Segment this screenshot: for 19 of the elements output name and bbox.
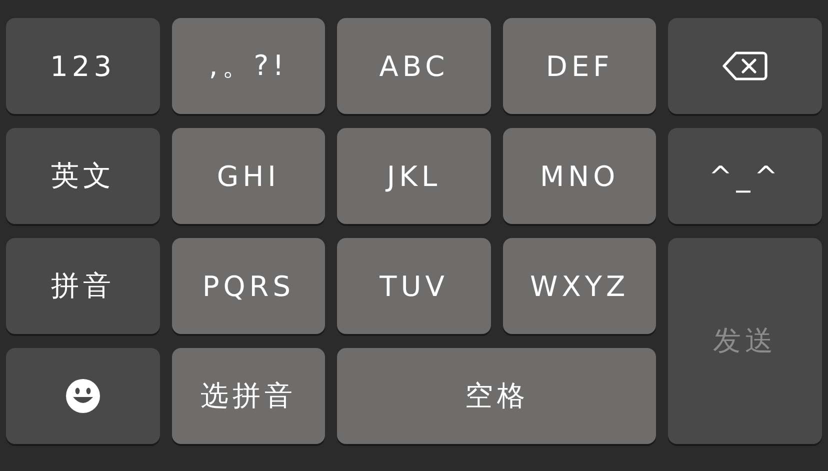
keyboard-key[interactable]: TUV [337, 238, 491, 334]
keyboard-key[interactable]: JKL [337, 128, 491, 224]
backspace-icon [722, 51, 768, 81]
keyboard-key[interactable]: PQRS [172, 238, 326, 334]
keyboard-key[interactable]: WXYZ [502, 238, 656, 334]
space-key[interactable]: 空格 [337, 348, 656, 444]
keyboard-key[interactable]: 123 [6, 18, 160, 114]
delete-key[interactable] [668, 18, 822, 114]
emoji-key[interactable] [6, 348, 160, 444]
keyboard-key[interactable]: 英文 [6, 128, 160, 224]
keyboard-key[interactable]: ,。?! [172, 18, 326, 114]
smiley-icon [64, 378, 101, 414]
keyboard-key[interactable]: GHI [172, 128, 326, 224]
keyboard-key[interactable]: 拼音 [6, 238, 160, 334]
keyboard-key[interactable]: ^_^ [668, 128, 822, 224]
keyboard-key[interactable]: 选拼音 [172, 348, 326, 444]
keyboard-key[interactable]: ABC [337, 18, 491, 114]
keyboard-key[interactable]: MNO [502, 128, 656, 224]
keyboard-key[interactable]: DEF [502, 18, 656, 114]
